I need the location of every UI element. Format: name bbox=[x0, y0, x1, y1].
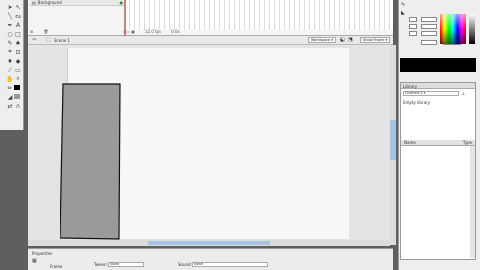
workspace-label: Workspace bbox=[311, 38, 331, 42]
gray-quadrilateral[interactable] bbox=[60, 83, 121, 240]
blue-value-field[interactable] bbox=[421, 31, 437, 36]
layer-row[interactable]: ▤ Background ● bbox=[30, 0, 125, 6]
fill-color-swatch[interactable] bbox=[14, 94, 20, 99]
visibility-icon[interactable]: ● bbox=[120, 0, 124, 5]
paint-bucket-tool-icon[interactable]: ◆ bbox=[14, 57, 22, 65]
edit-bar: ⇦ ⬚ Scene 1 Workspace ▾ ⬕ ⬔ Show Frame ▾ bbox=[28, 36, 393, 45]
pencil-tool-icon[interactable]: ✎ bbox=[6, 39, 14, 47]
back-arrow-icon[interactable]: ⇦ bbox=[32, 37, 36, 43]
frame-icon: ▦ bbox=[32, 258, 37, 264]
time-readout: 0.0s bbox=[171, 28, 180, 34]
tween-select[interactable]: None bbox=[108, 262, 144, 267]
frame-status: ◁ ▷ ▣ bbox=[122, 28, 135, 34]
library-document-name: Untitled-1 bbox=[405, 91, 423, 95]
stroke-color-icon[interactable]: ✏ bbox=[6, 84, 14, 92]
stroke-color-swatch[interactable] bbox=[14, 85, 20, 90]
timeline-panel: ▤ Background ● ⊕ 🗑 ◁ ▷ ▣ 12.0 fps 0.0s bbox=[28, 0, 393, 36]
red-value-field[interactable] bbox=[421, 17, 437, 22]
sound-select[interactable]: None bbox=[192, 262, 268, 267]
properties-panel: Properties ▦ Frame Tween: None Sound: No… bbox=[28, 248, 393, 270]
tools-panel: ➤ ↖ ╲ ᔓ ✒ A ○ □ ✎ ♠ ⌗ ⊡ ♦ ◆ ⁄ ▭ ✋ ⌕ ✏ ◢ … bbox=[0, 0, 24, 130]
eyedropper-tool-icon[interactable]: ⁄ bbox=[6, 66, 14, 74]
zoom-label: Show Frame bbox=[363, 38, 385, 42]
color-mode-field[interactable] bbox=[409, 17, 417, 22]
library-document-select[interactable]: Untitled-1 ▾ bbox=[403, 91, 459, 96]
fill-transform-tool-icon[interactable]: ⊡ bbox=[14, 48, 22, 56]
free-transform-tool-icon[interactable]: ⌗ bbox=[6, 48, 14, 56]
left-dark-strip bbox=[0, 130, 28, 270]
snap-icon[interactable]: ∩ bbox=[14, 102, 22, 110]
color-spectrum-shade bbox=[440, 14, 466, 44]
fill-bucket-icon: ◣ bbox=[401, 10, 405, 16]
color-preview-bar bbox=[400, 58, 476, 72]
brightness-slider[interactable] bbox=[469, 14, 475, 44]
zoom-tool-icon[interactable]: ⌕ bbox=[14, 75, 22, 83]
brush-tool-icon[interactable]: ♠ bbox=[14, 39, 22, 47]
lasso-tool-icon[interactable]: ᔓ bbox=[14, 12, 22, 20]
pen-tool-icon[interactable]: ✒ bbox=[6, 21, 14, 29]
eraser-tool-icon[interactable]: ▭ bbox=[14, 66, 22, 74]
library-columns: Name Type bbox=[401, 140, 475, 146]
oval-tool-icon[interactable]: ○ bbox=[6, 30, 14, 38]
sound-value: None bbox=[194, 262, 204, 266]
swap-colors-icon[interactable]: ⇄ bbox=[6, 102, 14, 110]
scene-icon: ⬚ bbox=[46, 37, 51, 43]
delete-layer-icon[interactable]: 🗑 bbox=[43, 29, 48, 34]
timeline-frames[interactable] bbox=[125, 0, 393, 30]
library-empty-text: Empty library bbox=[403, 100, 431, 105]
add-layer-icon[interactable]: ⊕ bbox=[30, 29, 33, 34]
layer-name: Background bbox=[37, 0, 62, 5]
properties-tab[interactable]: Properties bbox=[32, 251, 52, 256]
subselection-tool-icon[interactable]: ↖ bbox=[14, 3, 22, 11]
zoom-dropdown[interactable]: Show Frame ▾ bbox=[360, 37, 391, 43]
selection-tool-icon[interactable]: ➤ bbox=[6, 3, 14, 11]
stroke-pencil-icon: ✎ bbox=[401, 2, 406, 8]
tween-value: None bbox=[110, 262, 120, 266]
scene-label: Scene 1 bbox=[54, 38, 71, 43]
rectangle-tool-icon[interactable]: □ bbox=[14, 30, 22, 38]
color-field-2[interactable] bbox=[409, 24, 417, 29]
green-value-field[interactable] bbox=[421, 24, 437, 29]
fill-color-icon[interactable]: ◢ bbox=[6, 93, 14, 101]
fps-readout: 12.0 fps bbox=[144, 28, 162, 34]
library-header: Library bbox=[401, 83, 475, 89]
edit-symbol-icon[interactable]: ⬔ bbox=[348, 37, 353, 43]
library-col-name[interactable]: Name bbox=[404, 140, 416, 145]
layer-icon: ▤ bbox=[32, 0, 36, 5]
line-tool-icon[interactable]: ╲ bbox=[6, 12, 14, 20]
library-col-type[interactable]: Type bbox=[463, 140, 472, 145]
workspace-dropdown[interactable]: Workspace ▾ bbox=[308, 37, 337, 43]
library-tab[interactable]: Library bbox=[403, 84, 417, 89]
color-field-3[interactable] bbox=[409, 31, 417, 36]
text-tool-icon[interactable]: A bbox=[14, 21, 22, 29]
drawn-shape[interactable] bbox=[60, 82, 122, 240]
alpha-value-field[interactable] bbox=[421, 40, 437, 45]
pin-icon[interactable]: ⊥ bbox=[461, 91, 465, 97]
timeline-status: ⊕ 🗑 ◁ ▷ ▣ 12.0 fps 0.0s bbox=[30, 28, 250, 34]
library-panel: Library Untitled-1 ▾ ⊥ Empty library Nam… bbox=[400, 82, 476, 260]
ink-bottle-tool-icon[interactable]: ♦ bbox=[6, 57, 14, 65]
hand-tool-icon[interactable]: ✋ bbox=[6, 75, 14, 83]
frame-label: Frame bbox=[50, 264, 63, 269]
horizontal-scroll-thumb[interactable] bbox=[148, 241, 270, 245]
vertical-scroll-thumb[interactable] bbox=[390, 120, 396, 160]
tween-label: Tween: bbox=[94, 262, 108, 267]
sound-label: Sound: bbox=[178, 262, 192, 267]
stage[interactable] bbox=[60, 48, 349, 240]
library-scrollbar[interactable] bbox=[470, 146, 475, 258]
edit-scene-icon[interactable]: ⬕ bbox=[340, 37, 345, 43]
